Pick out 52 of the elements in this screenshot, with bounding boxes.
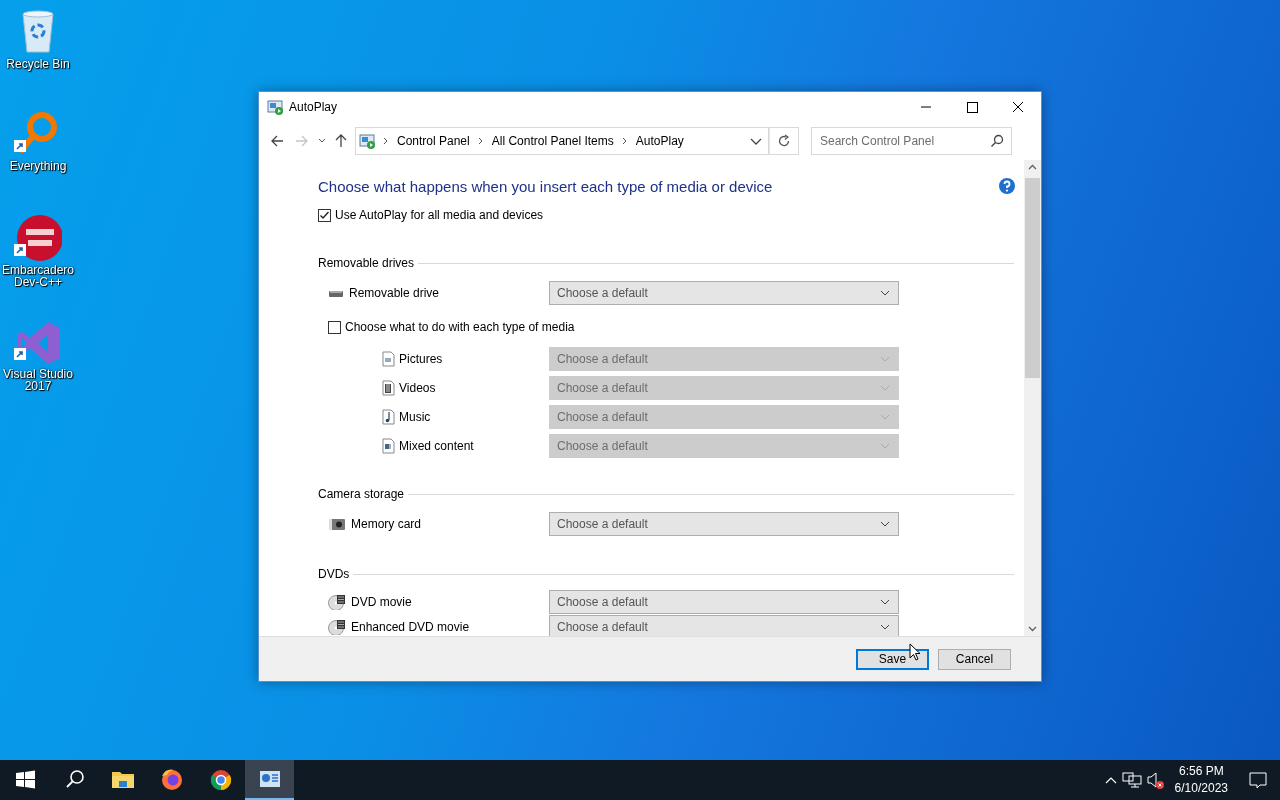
breadcrumb-item[interactable]: AutoPlay [633, 134, 686, 148]
breadcrumb-item[interactable]: All Control Panel Items [489, 134, 616, 148]
caret-icon [880, 521, 890, 527]
default-dropdown[interactable]: Choose a default [549, 512, 899, 536]
caret-icon [880, 385, 890, 391]
refresh-button[interactable] [769, 127, 799, 155]
device-label: Pictures [399, 352, 443, 366]
control-panel-icon [359, 133, 375, 149]
caret-icon [880, 414, 890, 420]
default-dropdown[interactable]: Choose a default [549, 281, 899, 305]
breadcrumb-item[interactable]: Control Panel [395, 134, 472, 148]
checkbox[interactable] [328, 320, 341, 334]
taskbar-button[interactable] [245, 760, 294, 800]
section-title: Removable drives [318, 256, 415, 270]
music-file-icon [380, 409, 396, 425]
caret-icon [880, 290, 890, 296]
round-logo-shortcut-icon[interactable] [14, 214, 62, 262]
address-bar[interactable]: Control Panel All Control Panel Items AutoPlay [355, 127, 769, 155]
default-dropdown[interactable]: Choose a default [549, 590, 899, 614]
search-field[interactable]: Search Control Panel [811, 127, 1012, 155]
scrollbar-thumb[interactable] [1025, 178, 1040, 378]
checkbox-label[interactable]: Choose what to do with each type of media [345, 320, 575, 334]
caret-icon [880, 624, 890, 630]
mixed-file-icon [380, 438, 396, 454]
caret-icon [880, 599, 890, 605]
memory-card-icon [328, 516, 346, 532]
page-heading: Choose what happens when you insert each type of media or device [318, 177, 773, 195]
device-label: Music [399, 410, 431, 424]
device-label: Videos [399, 381, 436, 395]
device-label: Mixed content [399, 439, 474, 453]
clock[interactable]: 6:56 PM 6/10/2023 [1168, 763, 1234, 797]
checkbox[interactable] [318, 208, 331, 222]
refresh-icon [777, 134, 791, 148]
section-title: DVDs [318, 567, 350, 581]
window-title: AutoPlay [289, 100, 338, 114]
device-label: Removable drive [349, 286, 440, 300]
control-panel-icon [267, 99, 283, 115]
caret-icon [880, 443, 890, 449]
section-title: Camera storage [318, 487, 405, 501]
film-file-icon [380, 380, 396, 396]
default-dropdown[interactable]: Choose a default [549, 615, 899, 636]
device-label: Enhanced DVD movie [351, 620, 470, 634]
mouse-pointer-icon [909, 643, 921, 662]
checkbox-label[interactable]: Use AutoPlay for all media and devices [335, 208, 544, 222]
caret-icon [880, 356, 890, 362]
dialog-button[interactable]: Save [856, 648, 929, 670]
help-icon[interactable] [999, 178, 1015, 194]
picture-file-icon [380, 351, 396, 367]
device-label: DVD movie [351, 595, 412, 609]
dialog-button[interactable]: Cancel [938, 648, 1011, 670]
search-icon [990, 134, 1004, 148]
device-label: Memory card [351, 517, 421, 531]
